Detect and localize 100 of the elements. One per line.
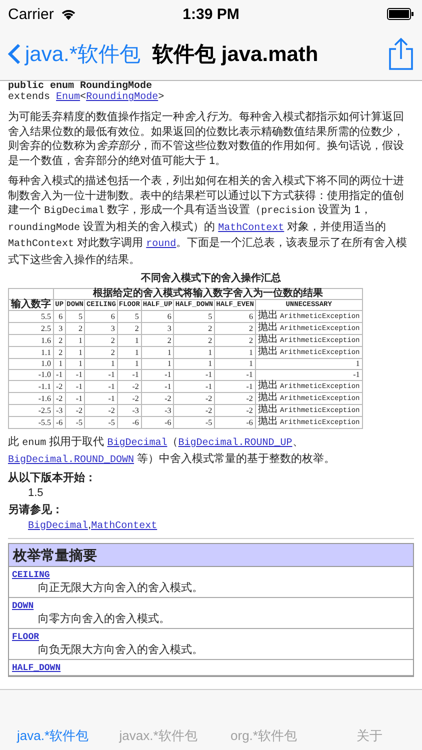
share-icon <box>388 37 414 71</box>
table-cell: 2 <box>141 334 174 346</box>
table-cell: -1 <box>214 380 256 392</box>
table-cell: -1.1 <box>8 380 54 392</box>
share-button[interactable] <box>388 37 414 71</box>
link[interactable]: BigDecimal <box>107 438 168 449</box>
table-cell: 1 <box>174 358 215 370</box>
table-cell: -2 <box>54 392 66 404</box>
table-cell: -1 <box>54 370 66 380</box>
table-cell: -6 <box>214 416 256 428</box>
table-cell: 1 <box>141 358 174 370</box>
nav-title: 软件包 java.math <box>152 42 320 68</box>
table-cell: 3 <box>54 322 66 334</box>
table-cell: -5 <box>65 416 85 428</box>
table-cell: 1 <box>174 346 215 358</box>
table-cell: 6 <box>54 310 66 322</box>
table-cell: 2 <box>117 322 142 334</box>
constant-link[interactable]: CEILING <box>12 570 50 580</box>
table-cell: 1.0 <box>8 358 54 370</box>
table-cell: 6 <box>141 310 174 322</box>
table-cell: -2.5 <box>8 404 54 416</box>
link[interactable]: round <box>146 239 176 250</box>
table-cell: -1 <box>141 370 174 380</box>
table-cell: 1 <box>255 358 362 370</box>
link[interactable]: BigDecimal.ROUND_DOWN <box>8 454 134 466</box>
table-cell: 1 <box>214 358 256 370</box>
table-cell: -1 <box>174 370 215 380</box>
table-cell: 2.5 <box>8 322 54 334</box>
table-cell: 2 <box>214 334 256 346</box>
table-cell: 1 <box>54 358 66 370</box>
table-cell: -1 <box>84 370 118 380</box>
table-cell: -1.6 <box>8 392 54 404</box>
table-cell: -3 <box>54 404 66 416</box>
link[interactable]: BigDecimal.ROUND_UP <box>178 438 292 449</box>
table-cell: 2 <box>65 322 85 334</box>
table-cell: 3 <box>84 322 118 334</box>
link[interactable]: MathContext <box>91 520 158 532</box>
battery-icon <box>387 8 414 20</box>
table-cell: -1 <box>141 380 174 392</box>
description-paragraph: 此 enum 拟用于取代 BigDecimal（BigDecimal.ROUND_UP、 BigDecimal.ROUND_DOWN 等）中舍入模式常量的基于整数的枚举。 <box>8 435 336 468</box>
table-cell: -2 <box>174 404 215 416</box>
table-cell: 1 <box>65 358 85 370</box>
table-cell: -2 <box>214 404 256 416</box>
constant-link[interactable]: DOWN <box>12 601 34 611</box>
back-button[interactable]: java.*软件包 <box>8 40 141 68</box>
table-cell: -2 <box>117 380 142 392</box>
table-cell: -2 <box>54 380 66 392</box>
table-cell: 1.6 <box>8 334 54 346</box>
table-cell: -2 <box>214 392 256 404</box>
since-version: 1.5 <box>27 486 44 500</box>
tab[interactable]: java.*软件包 <box>0 726 106 746</box>
link[interactable]: Enum <box>56 92 80 103</box>
table-cell: 5 <box>174 310 215 322</box>
table-cell: 2 <box>84 346 118 358</box>
back-chevron-icon <box>8 43 21 65</box>
see-also-label: 另请参见： <box>8 503 64 518</box>
link[interactable]: RoundingMode <box>86 92 158 103</box>
table-cell: -5 <box>84 416 118 428</box>
column-header: 输入数字 <box>8 300 54 310</box>
description-paragraph: 每种舍入模式的描述包括一个表，列出如何在相关的舍入模式下将不同的两位十进制数舍入为一位十进制数。表中的结果栏可以通过以下方式获得：使用指定的值创建一个 BigDecimal 数字，形成一个具有适当设置（precision 设置为 1， roundingMode 设置为相关的舍入模式）的 MathContext 对象，并使用适当的 MathContext 对此数字调用 round。下面是一个汇总表，该表显示了在所有舍入模式下这些舍入操作的结果。 <box>8 174 408 267</box>
table-cell: -2 <box>117 392 142 404</box>
link[interactable]: MathContext <box>218 222 284 234</box>
table-cell: -1 <box>65 370 85 380</box>
carrier-label: Carrier <box>8 6 54 22</box>
link[interactable]: BigDecimal <box>28 520 88 532</box>
constant-description: 向零方向舍入的舍入模式。 <box>37 612 171 627</box>
table-cell: -5 <box>174 416 215 428</box>
table-caption: 不同舍入模式下的舍入操作汇总 <box>140 273 282 285</box>
table-cell: 2 <box>84 334 118 346</box>
table-cell: -1 <box>84 392 118 404</box>
table-cell: -1 <box>174 380 215 392</box>
table-cell: 1 <box>141 346 174 358</box>
table-cell: 2 <box>174 334 215 346</box>
table-cell: 5 <box>65 310 85 322</box>
table-cell: 1 <box>117 334 142 346</box>
table-cell: -1 <box>117 370 142 380</box>
status-time: 1:39 PM <box>182 6 240 22</box>
table-cell: -2 <box>174 392 215 404</box>
constant-link[interactable]: HALF_DOWN <box>12 663 61 673</box>
table-cell: -1 <box>255 370 362 380</box>
table-cell: -3 <box>141 404 174 416</box>
since-label: 从以下版本开始： <box>8 471 97 486</box>
table-cell: -2 <box>65 404 85 416</box>
table-cell: 2 <box>174 322 215 334</box>
table-cell: -6 <box>141 416 174 428</box>
table-cell: -1 <box>214 370 256 380</box>
table-cell: 1 <box>214 346 256 358</box>
table-cell: -6 <box>117 416 142 428</box>
table-cell: -2 <box>84 404 118 416</box>
table-cell: 1 <box>65 334 85 346</box>
description-paragraph: 为可能丢弃精度的数值操作指定一种舍入行为。每种舍入模式都指示如何计算返回舍入结果位数的最低有效位。如果返回的位数比表示精确数值结果所需的位数少，则舍弃的位数称为 舍弃部分，而不管这些位数对数值的作用如何。换句话说，假设是一个数值，舍弃部分的绝对值可能大于 1。 <box>8 110 405 168</box>
table-cell: 1 <box>65 346 85 358</box>
table-cell: -6 <box>54 416 66 428</box>
table-cell: -1 <box>65 380 85 392</box>
constant-link[interactable]: FLOOR <box>12 632 40 642</box>
table-cell: -1 <box>84 380 118 392</box>
summary-heading: 枚举常量摘要 <box>9 544 413 567</box>
declaration-line: public enum RoundingMode <box>8 81 152 92</box>
table-cell: 2 <box>54 334 66 346</box>
constant-description: 向负无限大方向舍入的舍入模式。 <box>37 643 204 658</box>
